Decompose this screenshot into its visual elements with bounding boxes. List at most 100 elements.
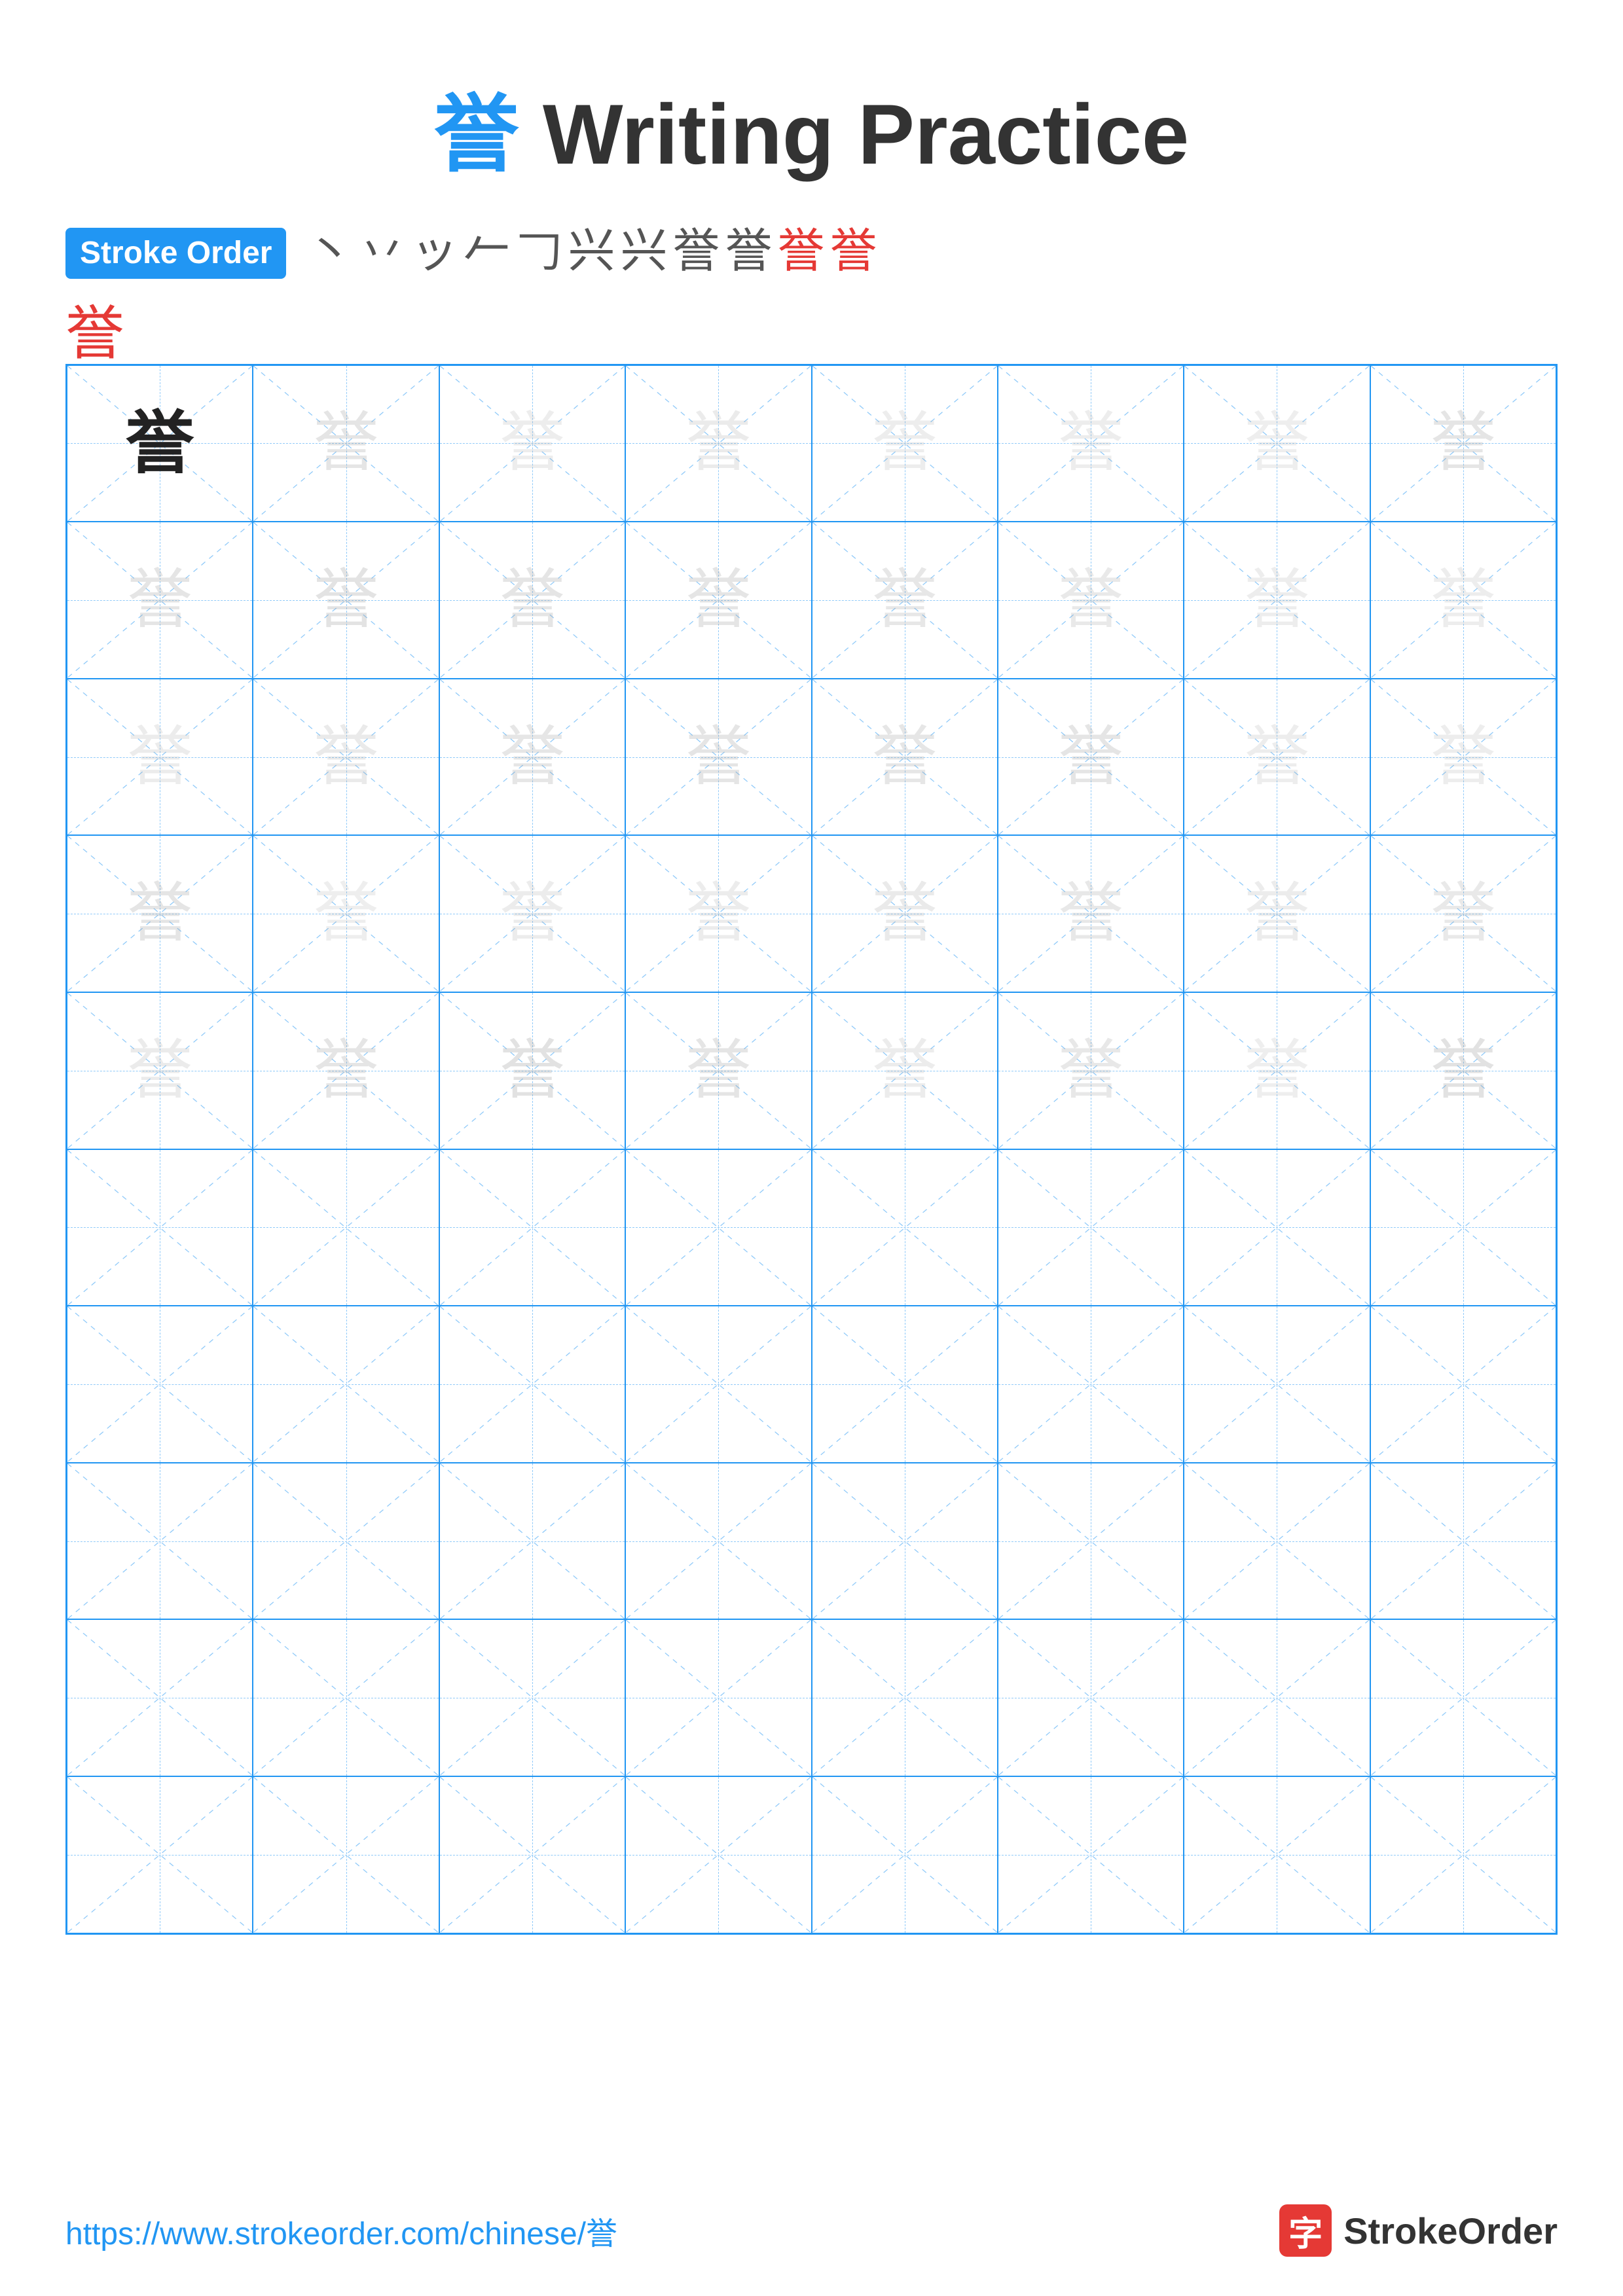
grid-cell[interactable]: 誉 [625, 522, 811, 679]
grid-cell[interactable]: 誉 [812, 522, 998, 679]
grid-cell[interactable] [253, 1306, 439, 1463]
grid-cell[interactable]: 誉 [439, 992, 625, 1149]
grid-cell[interactable]: 誉 [1184, 365, 1370, 522]
stroke-step-11: 誉 [830, 228, 877, 275]
grid-cell[interactable]: 誉 [625, 835, 811, 992]
grid-cell[interactable] [1184, 1463, 1370, 1620]
grid-cell[interactable]: 誉 [812, 679, 998, 836]
grid-cell[interactable]: 誉 [625, 992, 811, 1149]
grid-cell[interactable]: 誉 [1184, 679, 1370, 836]
practice-char: 誉 [314, 567, 379, 633]
grid-cell[interactable]: 誉 [67, 835, 253, 992]
grid-cell[interactable] [439, 1149, 625, 1306]
grid-cell[interactable]: 誉 [439, 835, 625, 992]
grid-cell[interactable] [253, 1776, 439, 1933]
grid-cell[interactable] [1370, 1619, 1556, 1776]
grid-cell[interactable]: 誉 [253, 522, 439, 679]
grid-cell[interactable] [439, 1306, 625, 1463]
grid-cell[interactable]: 誉 [625, 679, 811, 836]
footer-url[interactable]: https://www.strokeorder.com/chinese/誉 [65, 2208, 617, 2253]
grid-cell[interactable] [625, 1306, 811, 1463]
grid-cell[interactable] [439, 1463, 625, 1620]
grid-cell[interactable] [812, 1619, 998, 1776]
grid-cell[interactable] [1184, 1776, 1370, 1933]
grid-cell[interactable] [439, 1619, 625, 1776]
grid-cell[interactable]: 誉 [253, 679, 439, 836]
grid-cell[interactable] [1370, 1776, 1556, 1933]
practice-char: 誉 [314, 881, 379, 946]
grid-cell[interactable] [67, 1619, 253, 1776]
grid-cell[interactable]: 誉 [812, 992, 998, 1149]
stroke-step-1: 丶 [306, 228, 353, 275]
grid-cell[interactable]: 誉 [253, 365, 439, 522]
grid-cell[interactable]: 誉 [1184, 522, 1370, 679]
grid-cell[interactable] [1184, 1149, 1370, 1306]
grid-cell[interactable]: 誉 [67, 522, 253, 679]
grid-cell[interactable] [625, 1776, 811, 1933]
grid-cell[interactable] [812, 1149, 998, 1306]
practice-char: 誉 [1431, 881, 1496, 946]
grid-cell[interactable]: 誉 [998, 365, 1184, 522]
grid-cell[interactable]: 誉 [67, 365, 253, 522]
grid-cell[interactable] [253, 1463, 439, 1620]
grid-cell[interactable]: 誉 [998, 835, 1184, 992]
stroke-step-2: 丷 [358, 228, 405, 275]
grid-cell[interactable]: 誉 [998, 992, 1184, 1149]
practice-char: 誉 [1058, 410, 1123, 476]
grid-cell[interactable] [67, 1463, 253, 1620]
grid-cell[interactable]: 誉 [812, 835, 998, 992]
grid-cell[interactable] [439, 1776, 625, 1933]
grid-cell[interactable] [1184, 1306, 1370, 1463]
grid-cell[interactable]: 誉 [812, 365, 998, 522]
stroke-step-6: 兴 [568, 228, 615, 275]
grid-cell[interactable] [625, 1149, 811, 1306]
grid-cell[interactable] [1370, 1463, 1556, 1620]
grid-cell[interactable] [253, 1619, 439, 1776]
writing-grid: 誉誉誉誉誉誉誉誉誉誉誉誉誉誉誉誉誉誉誉誉誉誉誉誉誉誉誉誉誉誉誉誉誉誉誉誉誉誉誉誉 [65, 364, 1558, 1935]
stroke-order-badge: Stroke Order [65, 228, 286, 279]
grid-cell[interactable] [253, 1149, 439, 1306]
grid-cell[interactable]: 誉 [625, 365, 811, 522]
grid-cell[interactable]: 誉 [439, 522, 625, 679]
grid-cell[interactable] [1370, 1149, 1556, 1306]
grid-cell[interactable] [67, 1306, 253, 1463]
grid-cell[interactable]: 誉 [998, 679, 1184, 836]
grid-cell[interactable]: 誉 [253, 835, 439, 992]
practice-char: 誉 [500, 881, 565, 946]
footer: https://www.strokeorder.com/chinese/誉 字 … [65, 2204, 1558, 2257]
grid-cell[interactable] [625, 1619, 811, 1776]
grid-cell[interactable] [998, 1619, 1184, 1776]
grid-cell[interactable] [812, 1776, 998, 1933]
grid-cell[interactable]: 誉 [253, 992, 439, 1149]
grid-cell[interactable] [1184, 1619, 1370, 1776]
grid-cell[interactable] [812, 1306, 998, 1463]
stroke-step-7: 兴 [621, 228, 668, 275]
grid-cell[interactable]: 誉 [1370, 365, 1556, 522]
grid-cell[interactable]: 誉 [1370, 992, 1556, 1149]
grid-cell[interactable] [998, 1776, 1184, 1933]
grid-cell[interactable] [625, 1463, 811, 1620]
grid-cell[interactable]: 誉 [67, 679, 253, 836]
grid-cell[interactable]: 誉 [998, 522, 1184, 679]
title-chinese-char: 誉 [434, 88, 519, 183]
grid-cell[interactable]: 誉 [1184, 992, 1370, 1149]
practice-char: 誉 [1058, 1038, 1123, 1103]
grid-cell[interactable] [1370, 1306, 1556, 1463]
grid-cell[interactable]: 誉 [439, 679, 625, 836]
grid-cell[interactable] [998, 1463, 1184, 1620]
stroke-last-char-line: 誉 [65, 305, 1558, 364]
grid-cell[interactable] [67, 1149, 253, 1306]
grid-cell[interactable]: 誉 [1184, 835, 1370, 992]
stroke-steps: 丶 丷 ッ 𠂉 𠃌 兴 兴 誉 誉 誉 誉 [306, 228, 1558, 275]
practice-char: 誉 [1244, 725, 1309, 790]
grid-cell[interactable] [812, 1463, 998, 1620]
grid-cell[interactable] [998, 1149, 1184, 1306]
grid-cell[interactable] [998, 1306, 1184, 1463]
practice-char: 誉 [685, 410, 751, 476]
grid-cell[interactable]: 誉 [439, 365, 625, 522]
grid-cell[interactable]: 誉 [1370, 522, 1556, 679]
grid-cell[interactable]: 誉 [1370, 835, 1556, 992]
grid-cell[interactable] [67, 1776, 253, 1933]
grid-cell[interactable]: 誉 [1370, 679, 1556, 836]
grid-cell[interactable]: 誉 [67, 992, 253, 1149]
